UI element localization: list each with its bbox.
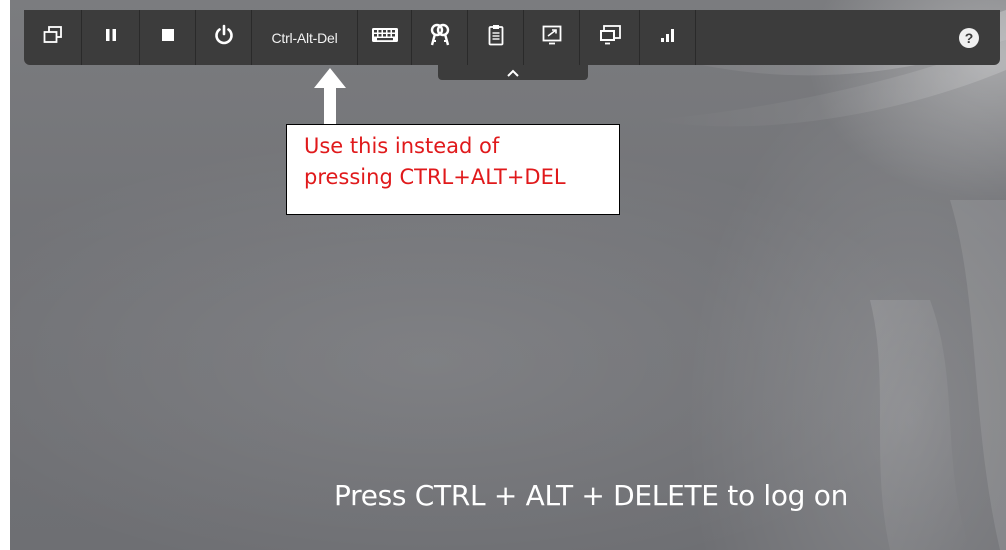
chevron-up-icon [506, 64, 520, 82]
help-icon: ? [959, 27, 979, 48]
help-button[interactable]: ? [938, 10, 1000, 65]
logon-prompt: Press CTRL + ALT + DELETE to log on [334, 479, 849, 512]
restore-windows-icon [43, 26, 63, 49]
keys-button[interactable] [412, 10, 468, 65]
fit-to-screen-button[interactable] [524, 10, 580, 65]
keyboard-button[interactable] [358, 10, 412, 65]
background-swirl [570, 10, 1006, 550]
fit-to-screen-icon [542, 25, 562, 50]
restore-windows-button[interactable] [24, 10, 82, 65]
multi-monitor-icon [599, 25, 621, 50]
remote-desktop-screen: Ctrl-Alt-Del ? Use this instead of press… [10, 0, 1006, 550]
power-button[interactable] [196, 10, 252, 65]
callout-line-2: pressing CTRL+ALT+DEL [304, 165, 566, 189]
keyboard-icon [371, 27, 399, 48]
pause-button[interactable] [82, 10, 140, 65]
connection-quality-button[interactable] [640, 10, 696, 65]
remote-session-toolbar: Ctrl-Alt-Del ? [24, 10, 1000, 65]
ctrl-alt-del-button[interactable]: Ctrl-Alt-Del [252, 10, 358, 65]
power-icon [213, 24, 235, 51]
multi-monitor-button[interactable] [580, 10, 640, 65]
clipboard-button[interactable] [468, 10, 524, 65]
toolbar-collapse-tab[interactable] [438, 65, 588, 80]
stop-button[interactable] [140, 10, 196, 65]
keys-icon [429, 23, 451, 52]
ctrl-alt-del-callout: Use this instead of pressing CTRL+ALT+DE… [286, 124, 620, 215]
stop-icon [161, 28, 175, 47]
clipboard-icon [488, 24, 504, 51]
pause-icon [105, 28, 117, 47]
callout-arrow [314, 68, 346, 126]
signal-strength-icon [660, 27, 676, 48]
callout-line-1: Use this instead of [304, 134, 500, 158]
